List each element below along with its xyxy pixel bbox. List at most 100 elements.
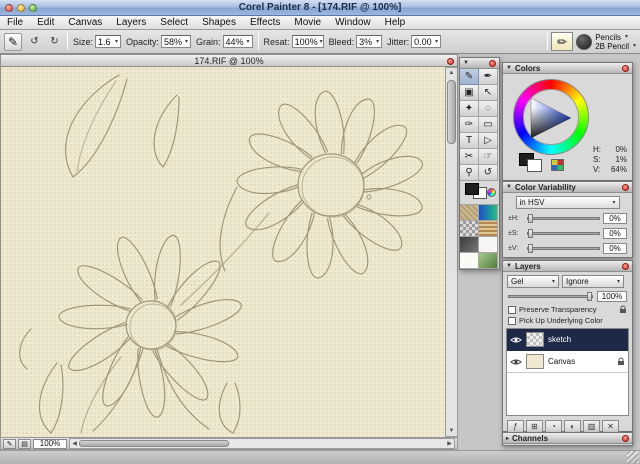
- chevron-down-icon[interactable]: ▾: [376, 38, 379, 45]
- brush-category[interactable]: Pencils: [595, 33, 621, 42]
- dropper-tool[interactable]: ✒: [479, 69, 498, 85]
- slider-thumb[interactable]: [528, 244, 533, 253]
- resat-input[interactable]: 100%▾: [292, 35, 324, 48]
- scroll-up-icon[interactable]: ▲: [449, 68, 455, 78]
- h-slider[interactable]: [527, 217, 600, 220]
- v-slider[interactable]: [527, 247, 600, 250]
- s-slider[interactable]: [527, 232, 600, 235]
- pencil-icon-button[interactable]: ✎: [3, 439, 16, 449]
- chevron-down-icon[interactable]: ▾: [617, 278, 620, 285]
- chevron-down-icon[interactable]: ▾: [612, 199, 615, 206]
- chevron-down-icon[interactable]: ▾: [185, 38, 188, 45]
- gradient-selector[interactable]: [479, 205, 498, 221]
- menu-movie[interactable]: Movie: [287, 16, 328, 30]
- nozzle-selector[interactable]: [479, 237, 498, 253]
- paper-selector[interactable]: [460, 205, 479, 221]
- menu-canvas[interactable]: Canvas: [61, 16, 109, 30]
- brush-icon[interactable]: ✎: [4, 33, 22, 51]
- slider-thumb[interactable]: [587, 292, 592, 301]
- color-set-icon[interactable]: [551, 159, 564, 171]
- scroll-left-icon[interactable]: ◀: [70, 440, 79, 447]
- color-wheel-icon[interactable]: [487, 188, 496, 197]
- toolbox-header[interactable]: ▼: [460, 58, 499, 69]
- undo-stroke-icon[interactable]: ↺: [27, 34, 42, 49]
- size-input[interactable]: 1.6▾: [95, 35, 121, 48]
- collapse-icon[interactable]: ▼: [463, 60, 469, 66]
- menu-help[interactable]: Help: [378, 16, 413, 30]
- menu-window[interactable]: Window: [328, 16, 378, 30]
- canvas[interactable]: [0, 67, 445, 437]
- close-icon[interactable]: [622, 435, 629, 442]
- text-tool[interactable]: T: [460, 133, 479, 149]
- expand-icon[interactable]: ▸: [506, 435, 509, 442]
- pencil-variant-icon[interactable]: ✏: [551, 32, 573, 51]
- collapse-icon[interactable]: ▼: [506, 184, 512, 190]
- close-icon[interactable]: [622, 263, 629, 270]
- collapse-icon[interactable]: ▼: [506, 65, 512, 71]
- h-slider-value[interactable]: 0%: [603, 213, 627, 224]
- layer-adjuster-tool[interactable]: ↖: [479, 85, 498, 101]
- menu-shapes[interactable]: Shapes: [195, 16, 243, 30]
- minimize-icon[interactable]: [17, 4, 25, 12]
- image-portfolio-selector[interactable]: [479, 253, 498, 269]
- secondary-color-swatch[interactable]: [527, 159, 542, 172]
- horizontal-scroll-thumb[interactable]: [79, 440, 229, 447]
- layer-row-canvas[interactable]: Canvas: [507, 351, 628, 373]
- vertical-scrollbar[interactable]: ▲ ▼: [445, 67, 458, 437]
- brush-stroke-preview[interactable]: [576, 34, 592, 50]
- scroll-down-icon[interactable]: ▼: [449, 426, 455, 436]
- close-icon[interactable]: [622, 65, 629, 72]
- channels-header[interactable]: ▸ Channels: [503, 433, 632, 444]
- zoom-window-icon[interactable]: [29, 4, 37, 12]
- chevron-down-icon[interactable]: ▾: [320, 38, 323, 45]
- page-icon-button[interactable]: ▤: [18, 439, 31, 449]
- magnifier-tool[interactable]: ⚲: [460, 165, 479, 181]
- composite-depth-select[interactable]: Ignore▾: [562, 275, 624, 288]
- layers-header[interactable]: ▼ Layers: [503, 261, 632, 272]
- opacity-slider[interactable]: [508, 295, 593, 298]
- chevron-down-icon[interactable]: ▾: [247, 38, 250, 45]
- resize-grip[interactable]: [627, 451, 639, 463]
- brush-tool[interactable]: ✎: [460, 69, 479, 85]
- close-icon[interactable]: [489, 60, 496, 67]
- preserve-transparency-checkbox[interactable]: [508, 306, 516, 314]
- colors-header[interactable]: ▼ Colors: [503, 63, 632, 74]
- horizontal-scrollbar[interactable]: ◀ ▶: [69, 438, 455, 449]
- document-close-icon[interactable]: [447, 58, 454, 65]
- chevron-down-icon[interactable]: ▾: [625, 33, 628, 42]
- menu-layers[interactable]: Layers: [109, 16, 153, 30]
- chevron-down-icon[interactable]: ▾: [115, 38, 118, 45]
- pen-tool[interactable]: ✑: [460, 117, 479, 133]
- close-icon[interactable]: [5, 4, 13, 12]
- jitter-input[interactable]: 0.00▾: [411, 35, 441, 48]
- magic-wand-tool[interactable]: ✦: [460, 101, 479, 117]
- grain-input[interactable]: 44%▾: [223, 35, 253, 48]
- crop-tool[interactable]: ▣: [460, 85, 479, 101]
- scissors-tool[interactable]: ✂: [460, 149, 479, 165]
- slider-thumb[interactable]: [528, 229, 533, 238]
- opacity-value[interactable]: 100%: [597, 291, 627, 302]
- collapse-icon[interactable]: ▼: [506, 263, 512, 269]
- composite-method-select[interactable]: Gel▾: [507, 275, 559, 288]
- slider-thumb[interactable]: [528, 214, 533, 223]
- pickup-underlying-checkbox[interactable]: [508, 317, 516, 325]
- chevron-down-icon[interactable]: ▾: [633, 42, 636, 51]
- shape-select-tool[interactable]: ▷: [479, 133, 498, 149]
- variability-mode-select[interactable]: in HSV ▾: [516, 196, 620, 209]
- menu-select[interactable]: Select: [153, 16, 195, 30]
- sv-triangle[interactable]: [528, 96, 574, 140]
- rotate-page-tool[interactable]: ↺: [479, 165, 498, 181]
- s-slider-value[interactable]: 0%: [603, 228, 627, 239]
- visibility-eye-icon[interactable]: [510, 336, 522, 344]
- stroke-preview[interactable]: [460, 253, 479, 269]
- vertical-scroll-thumb[interactable]: [447, 80, 456, 144]
- redo-stroke-icon[interactable]: ↻: [47, 34, 62, 49]
- visibility-eye-icon[interactable]: [510, 358, 522, 366]
- scroll-right-icon[interactable]: ▶: [445, 440, 454, 447]
- menu-file[interactable]: File: [0, 16, 30, 30]
- rect-shape-tool[interactable]: ▭: [479, 117, 498, 133]
- opacity-input[interactable]: 58%▾: [161, 35, 191, 48]
- brush-variant[interactable]: 2B Pencil: [595, 42, 629, 51]
- document-titlebar[interactable]: 174.RIF @ 100%: [0, 54, 458, 67]
- chevron-down-icon[interactable]: ▾: [435, 38, 438, 45]
